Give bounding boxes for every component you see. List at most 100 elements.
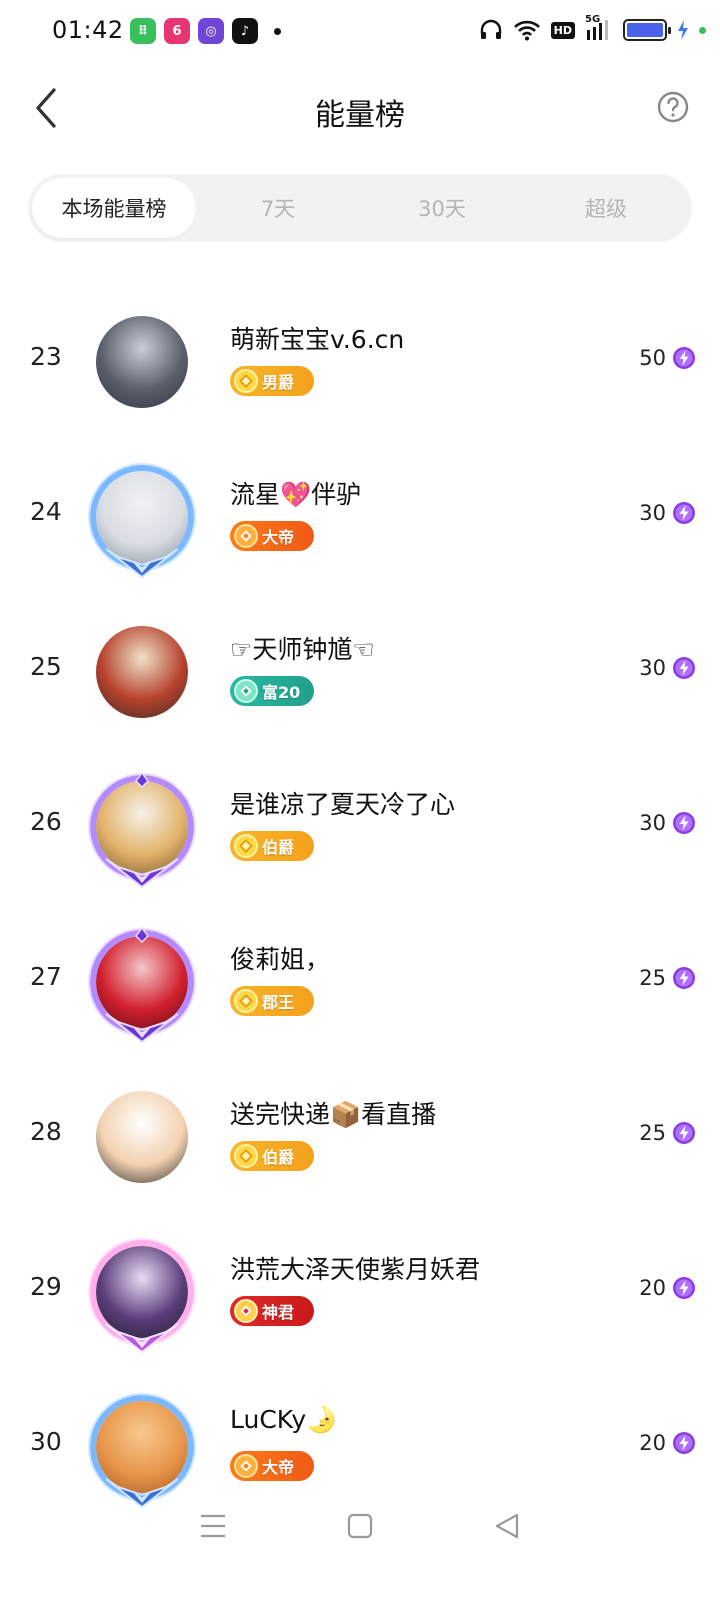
system-nav-bar xyxy=(0,1490,720,1562)
home-button[interactable] xyxy=(340,1506,380,1546)
avatar[interactable] xyxy=(96,626,188,718)
purple-ring-app-icon: ◎ xyxy=(198,18,224,44)
rank-badge: 大帝 xyxy=(230,1451,314,1481)
rank-badge: 伯爵 xyxy=(230,831,314,861)
energy-bolt-icon xyxy=(673,502,695,524)
status-time: 01:42 xyxy=(52,16,124,44)
avatar[interactable] xyxy=(96,1091,188,1183)
privacy-indicator-icon xyxy=(699,26,706,34)
user-name[interactable]: 俊莉姐， xyxy=(230,940,330,976)
rank-number: 23 xyxy=(30,342,62,371)
rank-number: 25 xyxy=(30,652,62,681)
energy-score: 30 xyxy=(639,656,666,680)
badge-label: 富20 xyxy=(262,683,301,702)
energy-score: 50 xyxy=(639,346,666,370)
badge-emblem-icon xyxy=(234,679,258,703)
avatar[interactable] xyxy=(88,463,196,579)
rank-number: 30 xyxy=(30,1427,62,1456)
avatar-frame xyxy=(88,771,196,889)
user-name[interactable]: 送完快递📦看直播 xyxy=(230,1095,436,1131)
badge-label: 郡王 xyxy=(262,993,295,1012)
list-item[interactable]: 24 流星💖伴驴 大帝 30 xyxy=(0,439,720,594)
avatar-image xyxy=(96,626,188,718)
energy-bolt-icon xyxy=(673,657,695,679)
badge-label: 大帝 xyxy=(262,1458,295,1477)
notification-dot-icon xyxy=(274,27,281,35)
rank-badge: 富20 xyxy=(230,676,314,706)
back-nav-button[interactable] xyxy=(487,1506,527,1546)
tab-current-session[interactable]: 本场能量榜 xyxy=(32,178,196,238)
list-item[interactable]: 26 是谁凉了夏天冷了心 伯爵 30 xyxy=(0,749,720,904)
user-name[interactable]: LuCKy🌛 xyxy=(230,1405,337,1435)
status-app-icons: ⠿ 6 ◎ ♪ xyxy=(130,18,281,44)
badge-emblem-icon xyxy=(234,989,258,1013)
header: 能量榜 xyxy=(0,70,720,150)
avatar[interactable] xyxy=(88,771,196,889)
energy-bolt-icon xyxy=(673,967,695,989)
hd-icon: HD xyxy=(550,21,575,39)
user-name[interactable]: 洪荒大泽天使紫月妖君 xyxy=(230,1250,480,1286)
rank-number: 27 xyxy=(30,962,62,991)
ranking-list: 23 萌新宝宝v.6.cn 男爵 50 24 流星💖伴驴 大帝 30 25 ☞天… xyxy=(0,284,720,1524)
avatar-frame xyxy=(88,463,196,579)
avatar-image xyxy=(96,1091,188,1183)
user-name[interactable]: ☞天师钟馗☜ xyxy=(230,630,375,666)
status-indicators: HD 5G xyxy=(479,14,706,42)
badge-label: 伯爵 xyxy=(262,838,295,857)
list-item[interactable]: 27 俊莉姐， 郡王 25 xyxy=(0,904,720,1059)
energy-score: 20 xyxy=(639,1276,666,1300)
rank-badge: 大帝 xyxy=(230,521,314,551)
avatar[interactable] xyxy=(88,926,196,1044)
energy-score: 20 xyxy=(639,1431,666,1455)
rank-badge: 男爵 xyxy=(230,366,314,396)
rank-badge: 神君 xyxy=(230,1296,314,1326)
status-bar: 01:42 ⠿ 6 ◎ ♪ HD 5G xyxy=(0,0,720,64)
energy-bolt-icon xyxy=(673,812,695,834)
page-title: 能量榜 xyxy=(315,98,405,133)
avatar[interactable] xyxy=(96,316,188,408)
energy-score: 30 xyxy=(639,501,666,525)
energy-bolt-icon xyxy=(673,347,695,369)
badge-label: 男爵 xyxy=(262,373,295,392)
tiktok-icon: ♪ xyxy=(232,18,258,44)
tab-super[interactable]: 超级 xyxy=(524,178,688,238)
badge-emblem-icon xyxy=(234,524,258,548)
cellular-signal-icon: 5G xyxy=(585,14,613,42)
charging-bolt-icon xyxy=(678,20,688,40)
avatar[interactable] xyxy=(88,1393,196,1509)
tab-7-days[interactable]: 7天 xyxy=(196,178,360,238)
badge-emblem-icon xyxy=(234,1454,258,1478)
badge-emblem-icon xyxy=(234,369,258,393)
list-item[interactable]: 25 ☞天师钟馗☜ 富20 30 xyxy=(0,594,720,749)
list-item[interactable]: 29 洪荒大泽天使紫月妖君 神君 20 xyxy=(0,1214,720,1369)
ranking-tabs: 本场能量榜 7天 30天 超级 xyxy=(28,174,692,242)
battery-icon xyxy=(623,19,671,41)
tab-30-days[interactable]: 30天 xyxy=(360,178,524,238)
list-item[interactable]: 28 送完快递📦看直播 伯爵 25 xyxy=(0,1059,720,1214)
energy-bolt-icon xyxy=(673,1277,695,1299)
headphones-icon xyxy=(480,19,501,39)
badge-emblem-icon xyxy=(234,1144,258,1168)
rank-number: 28 xyxy=(30,1117,62,1146)
energy-score: 30 xyxy=(639,811,666,835)
green-app-icon: ⠿ xyxy=(130,18,156,44)
avatar-frame xyxy=(88,926,196,1044)
list-item[interactable]: 23 萌新宝宝v.6.cn 男爵 50 xyxy=(0,284,720,439)
rank-badge: 郡王 xyxy=(230,986,314,1016)
rank-number: 26 xyxy=(30,807,62,836)
help-button[interactable] xyxy=(656,90,690,124)
rank-number: 24 xyxy=(30,497,62,526)
avatar-frame xyxy=(88,1238,196,1354)
badge-label: 神君 xyxy=(262,1303,295,1322)
recent-apps-button[interactable] xyxy=(193,1506,233,1546)
user-name[interactable]: 流星💖伴驴 xyxy=(230,475,361,511)
triangle-back-icon xyxy=(495,1513,518,1539)
menu-lines-icon xyxy=(201,1514,226,1538)
avatar[interactable] xyxy=(88,1238,196,1354)
user-name[interactable]: 萌新宝宝v.6.cn xyxy=(230,320,404,356)
user-name[interactable]: 是谁凉了夏天冷了心 xyxy=(230,785,455,821)
rank-number: 29 xyxy=(30,1272,62,1301)
energy-bolt-icon xyxy=(673,1432,695,1454)
question-circle-icon xyxy=(657,91,689,123)
badge-label: 伯爵 xyxy=(262,1148,295,1167)
